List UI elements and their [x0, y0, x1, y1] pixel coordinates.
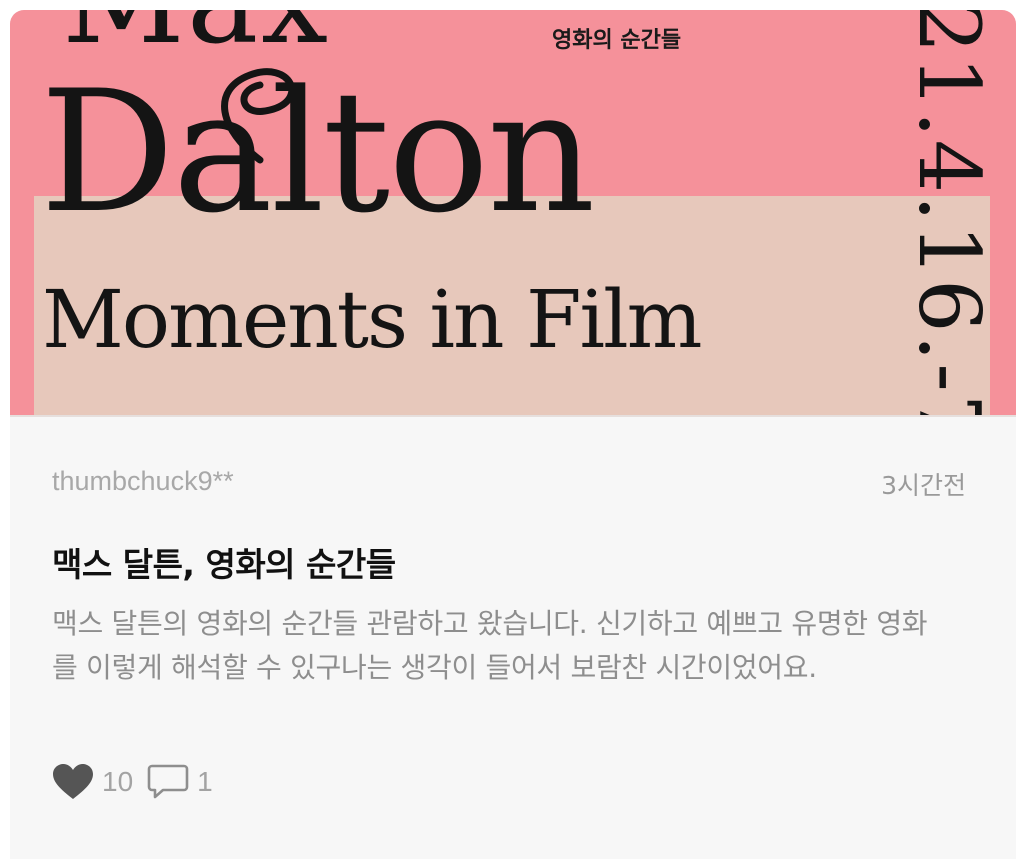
post-meta: thumbchuck9** 3시간전: [52, 466, 966, 500]
like-count: 10: [102, 766, 134, 797]
author-name[interactable]: thumbchuck9**: [52, 466, 234, 497]
poster-dates: 21.4.16.-7.1: [900, 10, 998, 417]
post-image[interactable]: Max Dalton Moments in Film 영화의 순간들 21.4.…: [10, 10, 1016, 417]
post-actions: 10 1: [52, 762, 227, 802]
poster-subtitle-en: Moments in Film: [42, 273, 703, 366]
comment-count: 1: [197, 766, 213, 797]
heart-icon[interactable]: [52, 763, 94, 801]
post-title[interactable]: 맥스 달튼, 영화의 순간들: [52, 538, 396, 586]
post-body[interactable]: 맥스 달튼의 영화의 순간들 관람하고 왔습니다. 신기하고 예쁘고 유명한 영…: [52, 602, 952, 690]
post-card[interactable]: Max Dalton Moments in Film 영화의 순간들 21.4.…: [10, 10, 1016, 859]
poster-title: Dalton: [40, 54, 595, 250]
poster-subtitle-ko: 영화의 순간들: [552, 28, 682, 53]
post-time: 3시간전: [881, 471, 966, 500]
comment-icon[interactable]: [147, 763, 189, 801]
